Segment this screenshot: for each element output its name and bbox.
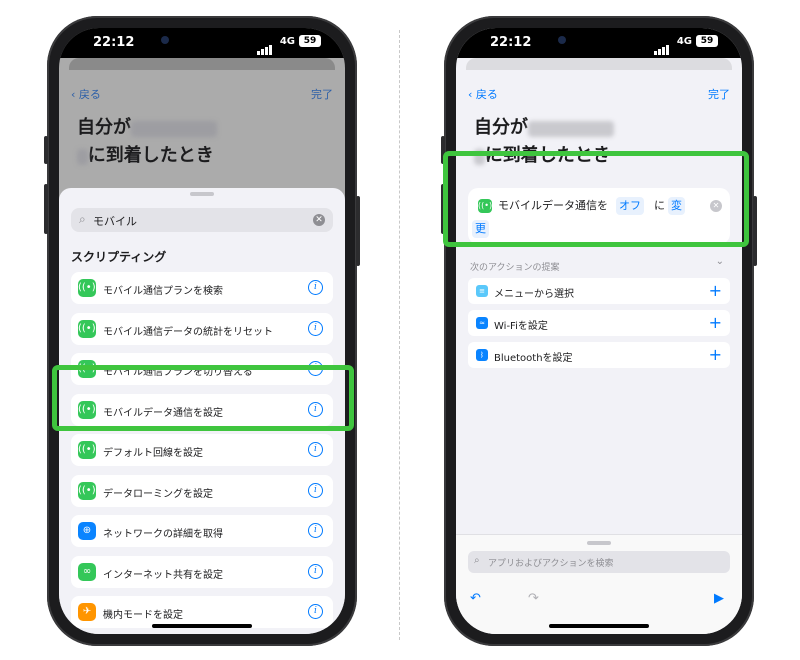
antenna-icon: ((•)) — [78, 279, 100, 297]
status-bar: 22:12 4G 59 — [456, 28, 742, 58]
sheet-grabber[interactable] — [190, 192, 214, 196]
action-row[interactable]: ((•)) デフォルト回線を設定 i — [71, 434, 333, 466]
title-prefix: 自分が — [474, 117, 528, 138]
status-time: 22:12 — [93, 35, 135, 50]
info-icon[interactable]: i — [308, 523, 323, 538]
screen-right: 22:12 4G 59 ‹ 戻る 完了 自分が████████ █に到着したとき… — [456, 28, 742, 634]
camera-dot — [161, 36, 169, 44]
search-icon: ⌕ — [79, 212, 86, 226]
done-button[interactable]: 完了 — [708, 86, 730, 102]
play-icon[interactable]: ▶ — [714, 591, 724, 606]
action-row[interactable]: ⊕ ネットワークの詳細を取得 i — [71, 515, 333, 547]
screen-left: 22:12 4G 59 ‹ 戻る 完了 自分が████████ █に到着したとき… — [59, 28, 345, 634]
info-icon[interactable]: i — [308, 442, 323, 457]
status-time: 22:12 — [490, 35, 532, 50]
add-icon[interactable]: + — [709, 345, 722, 364]
redo-icon[interactable]: ↷ — [528, 591, 539, 606]
panel-grabber[interactable] — [587, 541, 611, 545]
info-icon[interactable]: i — [308, 280, 323, 295]
bottom-search-panel: ⌕ アプリおよびアクションを検索 ↶ ↷ ▶ — [456, 534, 742, 634]
action-label: 機内モードを設定 — [103, 610, 183, 621]
status-bar: 22:12 4G 59 — [59, 28, 345, 58]
action-label: デフォルト回線を設定 — [103, 448, 203, 459]
highlight-box-left — [52, 365, 354, 431]
globe-icon: ⊕ — [78, 522, 96, 540]
antenna-icon: ((•)) — [78, 319, 100, 338]
add-icon[interactable]: + — [709, 313, 722, 332]
suggestion-row[interactable]: ᛒ Bluetoothを設定 + — [468, 342, 730, 368]
title-suffix: に到着したとき — [87, 145, 214, 166]
home-indicator — [152, 624, 252, 628]
airplane-icon: ✈ — [78, 603, 96, 621]
phone-right: 22:12 4G 59 ‹ 戻る 完了 自分が████████ █に到着したとき… — [441, 16, 757, 646]
action-label: インターネット共有を設定 — [103, 569, 223, 581]
search-input[interactable]: ⌕ モバイル ✕ — [71, 208, 333, 232]
signal-icon — [654, 36, 670, 55]
network-type: 4G — [279, 36, 295, 47]
link-icon: ∞ — [78, 562, 96, 581]
action-label: モバイル通信データの統計をリセット — [103, 326, 273, 338]
nav-bar: ‹ 戻る 完了 — [71, 86, 333, 104]
network-type: 4G — [676, 36, 692, 47]
action-search-input[interactable]: ⌕ アプリおよびアクションを検索 — [468, 551, 730, 573]
back-label: 戻る — [78, 88, 101, 101]
back-button[interactable]: ‹ 戻る — [468, 86, 498, 102]
redacted-location-2: █ — [77, 149, 88, 165]
action-row[interactable]: ∞ インターネット共有を設定 i — [71, 555, 333, 588]
nav-bar: ‹ 戻る 完了 — [468, 86, 730, 104]
info-icon[interactable]: i — [308, 563, 323, 579]
battery-icon: 59 — [299, 35, 321, 47]
redacted-location: ████████ — [528, 121, 615, 137]
antenna-icon: ((•)) — [78, 441, 100, 459]
menu-icon: ≡ — [476, 285, 488, 297]
action-label: データローミングを設定 — [103, 488, 213, 500]
sheet-backdrop — [466, 58, 732, 70]
back-label: 戻る — [475, 88, 498, 101]
suggestion-row[interactable]: ≈ Wi-Fiを設定 + — [468, 310, 730, 336]
sheet-backdrop — [69, 58, 335, 70]
info-icon[interactable]: i — [308, 482, 323, 498]
add-icon[interactable]: + — [709, 281, 722, 300]
redacted-location: ████████ — [131, 121, 218, 137]
chevron-down-icon[interactable]: ⌄ — [716, 256, 724, 267]
section-header: スクリプティング — [71, 250, 167, 264]
search-placeholder: アプリおよびアクションを検索 — [488, 559, 614, 569]
suggestion-label: メニューから選択 — [494, 289, 574, 300]
bluetooth-icon: ᛒ — [476, 349, 488, 361]
back-button[interactable]: ‹ 戻る — [71, 86, 101, 102]
wifi-icon: ≈ — [476, 317, 488, 329]
action-label: モバイル通信プランを検索 — [103, 286, 223, 297]
action-label: ネットワークの詳細を取得 — [103, 529, 223, 540]
search-icon: ⌕ — [474, 555, 480, 566]
action-row[interactable]: ((•)) データローミングを設定 i — [71, 474, 333, 507]
done-button[interactable]: 完了 — [311, 86, 333, 102]
signal-icon — [257, 36, 273, 55]
camera-dot — [558, 36, 566, 44]
clear-icon[interactable]: ✕ — [313, 214, 325, 226]
antenna-icon: ((•)) — [78, 481, 100, 500]
divider — [399, 30, 400, 640]
suggestions-label: 次のアクションの提案 — [470, 263, 560, 273]
info-icon[interactable]: i — [308, 604, 323, 619]
page-title: 自分が████████ █に到着したとき — [77, 114, 267, 170]
info-icon[interactable]: i — [308, 320, 323, 336]
undo-icon[interactable]: ↶ — [470, 591, 481, 606]
home-indicator — [549, 624, 649, 628]
phone-left: 22:12 4G 59 ‹ 戻る 完了 自分が████████ █に到着したとき… — [44, 16, 360, 646]
suggestion-row[interactable]: ≡ メニューから選択 + — [468, 278, 730, 304]
action-row[interactable]: ((•)) モバイル通信データの統計をリセット i — [71, 312, 333, 345]
suggestion-label: Bluetoothを設定 — [494, 353, 573, 364]
suggestion-label: Wi-Fiを設定 — [494, 321, 548, 332]
search-query: モバイル — [93, 215, 137, 228]
action-row[interactable]: ((•)) モバイル通信プランを検索 i — [71, 272, 333, 304]
highlight-box-right — [443, 151, 749, 247]
battery-icon: 59 — [696, 35, 718, 47]
title-prefix: 自分が — [77, 117, 131, 138]
